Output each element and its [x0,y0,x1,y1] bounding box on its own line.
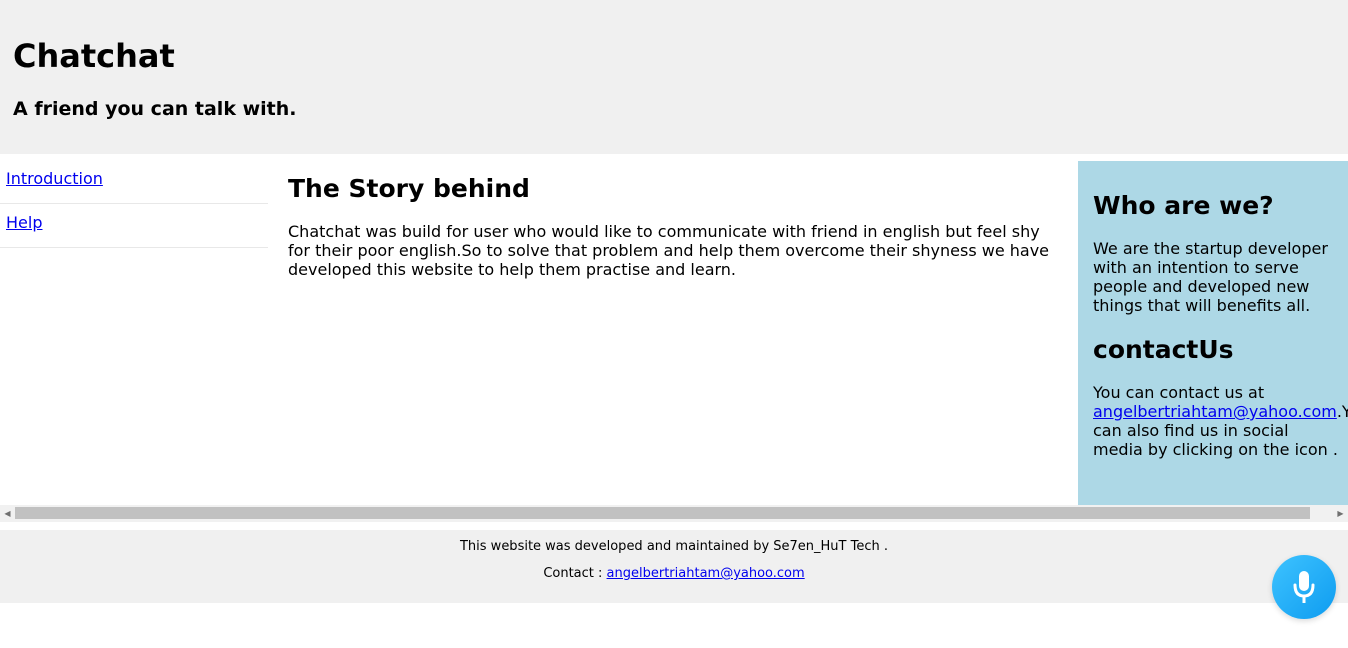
site-title: Chatchat [13,37,175,75]
aside-email-link[interactable]: angelbertriahtam@yahoo.com [1093,402,1337,421]
horizontal-scrollbar[interactable]: ◀ ▶ [0,505,1348,522]
contact-body: You can contact us at angelbertriahtam@y… [1093,383,1348,459]
who-body: We are the startup developer with an int… [1093,239,1328,315]
footer-email-link[interactable]: angelbertriahtam@yahoo.com [607,566,805,581]
nav-link-introduction[interactable]: Introduction [6,169,103,189]
voice-input-button[interactable] [1272,555,1336,619]
main-heading: The Story behind [288,174,530,203]
nav-item-introduction: Introduction [0,160,268,204]
contact-prefix: You can contact us at [1093,383,1265,402]
nav-link-help[interactable]: Help [6,213,42,233]
footer-contact-label: Contact : [543,566,607,581]
nav-item-help: Help [0,204,268,248]
main-content: The Story behind Chatchat was build for … [288,172,1063,279]
scroll-right-arrow-icon[interactable]: ▶ [1333,505,1348,522]
site-footer: This website was developed and maintaine… [0,530,1348,603]
side-nav: Introduction Help [0,160,268,248]
microphone-icon [1293,571,1315,603]
site-header: Chatchat A friend you can talk with. [0,0,1348,154]
main-body: Chatchat was build for user who would li… [288,222,1050,279]
content-area: Introduction Help The Story behind Chatc… [0,154,1348,522]
scrollbar-thumb[interactable] [15,507,1310,519]
scroll-left-arrow-icon[interactable]: ◀ [0,505,15,522]
aside-inner: Who are we? We are the startup developer… [1093,189,1348,459]
who-heading: Who are we? [1093,191,1274,220]
site-tagline: A friend you can talk with. [13,98,297,120]
info-aside: Who are we? We are the startup developer… [1078,161,1348,505]
footer-contact: Contact : angelbertriahtam@yahoo.com [0,566,1348,582]
contact-heading: contactUs [1093,335,1234,364]
footer-developed-text: This website was developed and maintaine… [459,539,888,554]
